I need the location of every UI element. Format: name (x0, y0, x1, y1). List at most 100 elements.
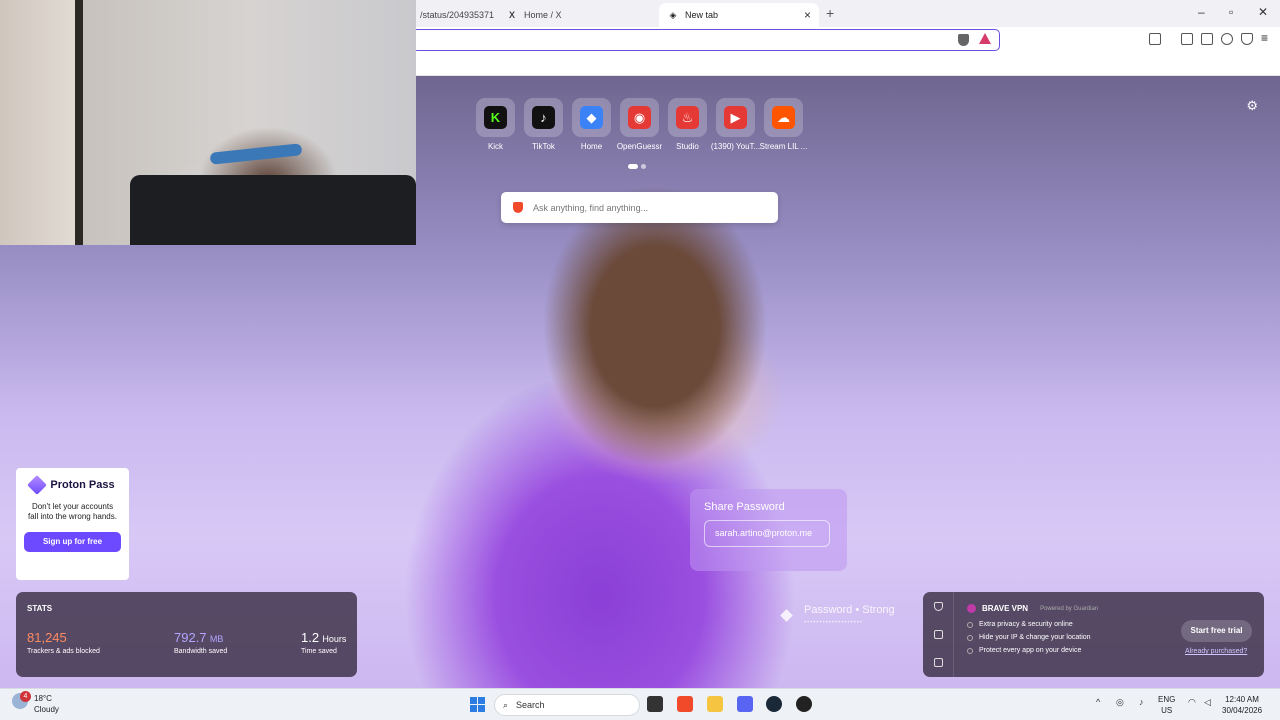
proton-pass-logo: Proton Pass (16, 475, 129, 495)
close-window-icon[interactable]: ✕ (1258, 5, 1268, 19)
top-sites: K Kick ♪ TikTok ◆ Home ◉ OpenGuessr ♨ Studio ▶ (139… (476, 98, 807, 151)
leo-ai-icon[interactable] (1221, 33, 1233, 45)
sync-icon[interactable]: ◎ (1116, 697, 1124, 708)
brave-browser-icon[interactable] (677, 696, 693, 712)
shortcut-studio[interactable]: ♨ Studio (668, 98, 707, 151)
top-sites-pager[interactable] (628, 164, 646, 169)
wallet-icon[interactable] (1201, 33, 1213, 45)
site-favicon-icon: ◉ (628, 106, 651, 129)
password-strength-label: Password • Strong (804, 604, 895, 616)
tab-label: Home / X (524, 10, 562, 20)
site-favicon-icon: ♨ (676, 106, 699, 129)
new-tab-button[interactable]: + (826, 5, 834, 21)
brave-logo-icon (513, 202, 523, 213)
search-placeholder: Ask anything, find anything... (533, 202, 649, 213)
password-strength: Password • Strong ••••••••••••••••••• (772, 596, 922, 636)
password-dots: ••••••••••••••••••• (804, 620, 863, 626)
close-tab-icon[interactable]: × (804, 8, 811, 22)
check-icon (967, 647, 973, 654)
vpn-header: BRAVE VPN Powered by Guardian (967, 604, 1098, 613)
site-favicon-icon: K (484, 106, 507, 129)
gear-icon[interactable]: ⚙ (1246, 98, 1258, 114)
brave-shields-icon[interactable] (958, 34, 969, 46)
talk-icon[interactable] (934, 658, 943, 667)
file-explorer-icon[interactable] (707, 696, 723, 712)
start-free-trial-button[interactable]: Start free trial (1181, 620, 1252, 642)
trackers-stat: 81,245 Trackers & ads blocked (27, 630, 100, 655)
shortcut-home[interactable]: ◆ Home (572, 98, 611, 151)
shortcut-tile[interactable]: ♨ (668, 98, 707, 137)
webcam-headphones (209, 143, 303, 165)
ntp-search-box[interactable]: Ask anything, find anything... (501, 192, 778, 223)
shortcut-tiktok[interactable]: ♪ TikTok (524, 98, 563, 151)
vpn-logo-icon (967, 604, 976, 613)
cloud-icon: 4 (12, 691, 31, 709)
microphone-icon[interactable]: ♪ (1139, 697, 1144, 707)
discord-icon[interactable] (737, 696, 753, 712)
vpn-icon[interactable] (1241, 33, 1253, 45)
weather-temp: 18°C (34, 694, 52, 703)
task-view-icon[interactable] (647, 696, 663, 712)
time-stat: 1.2 Hours Time saved (301, 630, 347, 655)
sidebar-icon[interactable] (1181, 33, 1193, 45)
proton-signup-button[interactable]: Sign up for free (24, 532, 121, 552)
check-icon (967, 634, 973, 641)
vpn-feature: Hide your IP & change your location (967, 634, 1091, 641)
address-bar[interactable] (412, 29, 1000, 51)
brave-shield-icon: ◈ (669, 9, 677, 20)
shortcut-tile[interactable]: K (476, 98, 515, 137)
diamond-icon (780, 609, 793, 622)
shortcut-tile[interactable]: ◉ (620, 98, 659, 137)
notification-badge: 4 (20, 691, 31, 702)
system-clock[interactable]: 12:40 AM 30/04/2026 (1222, 694, 1262, 716)
stats-title: STATS (27, 604, 53, 613)
obs-icon[interactable] (796, 696, 812, 712)
check-icon (967, 621, 973, 628)
volume-icon[interactable]: ◁ (1204, 697, 1211, 708)
shortcut-tile[interactable]: ▶ (716, 98, 755, 137)
steam-icon[interactable] (766, 696, 782, 712)
search-icon: ⌕ (503, 699, 509, 710)
windows-start-button[interactable] (470, 697, 485, 712)
site-favicon-icon: ◆ (580, 106, 603, 129)
minimize-icon[interactable]: – (1198, 5, 1205, 19)
tab-home-x[interactable]: X Home / X (498, 3, 654, 27)
extensions-icon[interactable] (1149, 33, 1161, 45)
shortcut-1390-yout[interactable]: ▶ (1390) YouT... (711, 98, 760, 151)
restore-icon[interactable]: ▫ (1229, 5, 1233, 19)
chevron-up-icon[interactable]: ^ (1096, 697, 1100, 707)
rewards-icon[interactable] (934, 630, 943, 639)
share-password-card: Share Password sarah.artino@proton.me (690, 489, 847, 571)
already-purchased-link[interactable]: Already purchased? (1185, 648, 1247, 655)
weather-condition: Cloudy (34, 705, 59, 714)
webcam-couch (130, 175, 416, 245)
proton-pass-text: Don't let your accounts fall into the wr… (28, 502, 117, 521)
vpn-feature: Extra privacy & security online (967, 621, 1073, 628)
tab-x-status[interactable]: /status/204935371 (412, 3, 494, 27)
vpn-shield-icon[interactable] (934, 602, 943, 611)
weather-widget[interactable]: 4 18°C Cloudy (12, 691, 59, 715)
language-indicator[interactable]: ENG US (1158, 694, 1175, 716)
proton-pass-ad[interactable]: Proton Pass Don't let your accounts fall… (16, 468, 129, 580)
shortcut-tile[interactable]: ☁ (764, 98, 803, 137)
tab-new-tab[interactable]: ◈ New tab × (659, 3, 819, 27)
menu-icon[interactable]: ≡ (1261, 32, 1273, 45)
x-icon: X (508, 10, 515, 20)
shortcut-tile[interactable]: ♪ (524, 98, 563, 137)
tab-label: New tab (685, 10, 719, 20)
site-favicon-icon: ☁ (772, 106, 795, 129)
widget-switcher (923, 592, 954, 677)
taskbar-search[interactable]: ⌕ Search (494, 694, 640, 716)
shortcut-label: Stream LIL ... (759, 142, 808, 151)
shortcut-stream-lil[interactable]: ☁ Stream LIL ... (760, 98, 807, 151)
vpn-feature: Protect every app on your device (967, 647, 1081, 654)
share-email-field: sarah.artino@proton.me (704, 520, 830, 547)
brave-rewards-icon[interactable] (979, 33, 991, 44)
shortcut-kick[interactable]: K Kick (476, 98, 515, 151)
proton-logo-icon (27, 475, 48, 495)
wifi-icon[interactable]: ◠ (1188, 697, 1196, 708)
webcam-overlay (0, 0, 416, 245)
stats-widget: STATS 81,245 Trackers & ads blocked 792.… (16, 592, 357, 677)
shortcut-tile[interactable]: ◆ (572, 98, 611, 137)
shortcut-openguessr[interactable]: ◉ OpenGuessr (617, 98, 662, 151)
